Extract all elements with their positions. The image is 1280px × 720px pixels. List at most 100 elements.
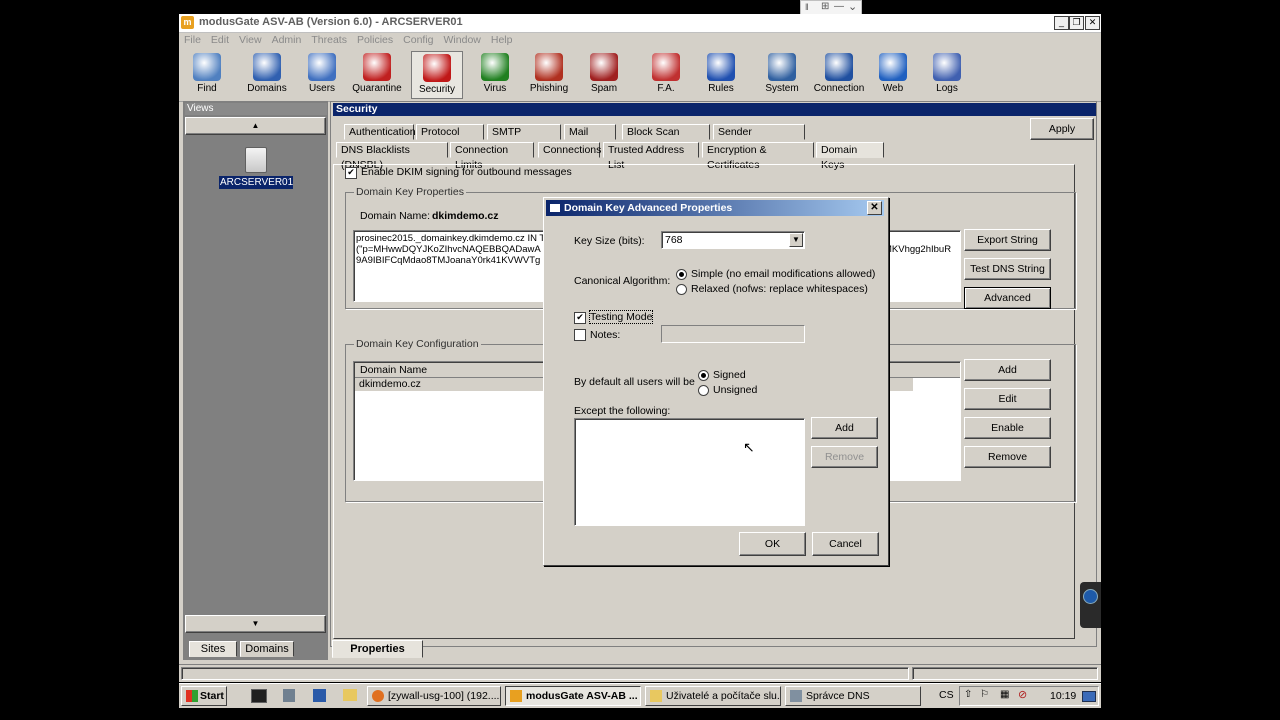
advanced-button[interactable]: Advanced: [964, 287, 1051, 309]
task-users-computers[interactable]: Uživatelé a počítače slu...: [645, 686, 781, 706]
toolbar-find-button[interactable]: Find: [181, 51, 233, 99]
flag-icon[interactable]: ⚐: [980, 689, 989, 700]
toolbar-virus-button[interactable]: Virus: [469, 51, 521, 99]
dialog-title-bar[interactable]: Domain Key Advanced Properties ✕: [546, 200, 884, 216]
toolbar-domains-button[interactable]: Domains: [241, 51, 293, 99]
quicklaunch-cmd-icon[interactable]: [251, 689, 267, 703]
canon-relaxed-radio[interactable]: [676, 284, 687, 295]
add-domain-button[interactable]: Add: [964, 359, 1051, 381]
task-firefox[interactable]: [zywall-usg-100] (192....: [367, 686, 501, 706]
toolbar-label: Rules: [708, 83, 734, 94]
toolbar-spam-button[interactable]: Spam: [578, 51, 630, 99]
canon-simple-label: Simple (no email modifications allowed): [691, 268, 876, 280]
menu-item-policies[interactable]: Policies: [352, 33, 398, 47]
unsigned-radio[interactable]: [698, 385, 709, 396]
toolbar-logs-button[interactable]: Logs: [921, 51, 973, 99]
tab-connection-limits[interactable]: Connection Limits: [450, 142, 534, 171]
task-dns-manager[interactable]: Správce DNS: [785, 686, 921, 706]
toolbar-label: Find: [197, 83, 217, 94]
quicklaunch-explorer-icon[interactable]: [343, 689, 357, 701]
menu-item-view[interactable]: View: [234, 33, 267, 47]
testing-mode-checkbox[interactable]: ✔: [574, 312, 586, 324]
edit-domain-button[interactable]: Edit: [964, 388, 1051, 410]
column-header-extra[interactable]: [889, 363, 960, 378]
row-domain-name: dkimdemo.cz: [359, 378, 421, 390]
chevron-down-icon[interactable]: ▼: [789, 233, 803, 247]
server-node[interactable]: ARCSERVER01: [219, 147, 293, 189]
minimize-icon[interactable]: ⊞: [821, 1, 829, 12]
tab-domains[interactable]: Domains: [240, 641, 294, 657]
toolbar-users-button[interactable]: Users: [296, 51, 348, 99]
volume-icon[interactable]: ⊘: [1018, 688, 1027, 701]
scroll-down-button[interactable]: ▼: [185, 615, 326, 633]
chevron-down-icon[interactable]: ⌄: [848, 0, 857, 13]
tab-sites[interactable]: Sites: [189, 641, 237, 657]
menu-item-file[interactable]: File: [179, 33, 206, 47]
signed-radio[interactable]: [698, 370, 709, 381]
default-users-label: By default all users will be: [574, 376, 695, 388]
tab-protocol-filter[interactable]: Protocol Filter: [416, 124, 484, 153]
enable-dkim-checkbox[interactable]: ✔: [345, 167, 357, 179]
key-size-select[interactable]: 768 ▼: [661, 231, 805, 249]
tab-connections[interactable]: Connections: [538, 142, 601, 158]
network-icon[interactable]: ▦: [1000, 689, 1009, 700]
menu-item-window[interactable]: Window: [439, 33, 486, 47]
tab-domain-keys[interactable]: Domain Keys: [816, 142, 884, 171]
desktop-icon[interactable]: [1082, 691, 1096, 702]
pin-icon[interactable]: ‖: [805, 2, 809, 12]
toolbar-quarantine-button[interactable]: Quarantine: [351, 51, 403, 99]
start-button[interactable]: Start: [181, 686, 227, 706]
tab-smtp-security[interactable]: SMTP Security: [487, 124, 561, 153]
tab-trusted-address-list[interactable]: Trusted Address List: [603, 142, 699, 171]
tab-sender-reputation[interactable]: Sender Reputation: [713, 124, 805, 153]
tab-dns-blacklists-dnsbl[interactable]: DNS Blacklists (DNSBL): [336, 142, 448, 171]
tray-up-icon[interactable]: ⇧: [964, 689, 972, 700]
toolbar-security-button[interactable]: Security: [411, 51, 463, 99]
tab-properties[interactable]: Properties: [332, 640, 423, 658]
close-button[interactable]: ✕: [1085, 16, 1100, 30]
except-list[interactable]: ↖: [574, 418, 805, 526]
tab-authentication[interactable]: Authentication: [344, 124, 416, 140]
enable-dkim-label: Enable DKIM signing for outbound message…: [361, 166, 572, 178]
menu-item-help[interactable]: Help: [486, 33, 518, 47]
notes-input[interactable]: [661, 325, 805, 343]
test-dns-string-button[interactable]: Test DNS String: [964, 258, 1051, 280]
ok-button[interactable]: OK: [739, 532, 806, 556]
restore-button[interactable]: ❐: [1069, 16, 1084, 30]
menu-item-admin[interactable]: Admin: [267, 33, 307, 47]
tab-encryption-certificates[interactable]: Encryption & Certificates: [702, 142, 814, 171]
toolbar-phishing-button[interactable]: Phishing: [523, 51, 575, 99]
quicklaunch-tools-icon[interactable]: [283, 689, 295, 702]
toolbar-web-button[interactable]: Web: [867, 51, 919, 99]
title-bar[interactable]: m modusGate ASV-AB (Version 6.0) - ARCSE…: [179, 14, 1101, 33]
menu-item-edit[interactable]: Edit: [206, 33, 234, 47]
tab-mail-relay[interactable]: Mail Relay: [564, 124, 616, 153]
notes-checkbox[interactable]: [574, 329, 586, 341]
key-size-value: 768: [665, 234, 683, 246]
except-remove-button[interactable]: Remove: [811, 446, 878, 468]
tab-block-scan-attack[interactable]: Block Scan Attack: [622, 124, 710, 153]
dialog-close-button[interactable]: ✕: [867, 201, 882, 215]
apply-button[interactable]: Apply: [1030, 118, 1094, 140]
column-header-domain-name[interactable]: Domain Name: [355, 363, 551, 378]
language-indicator[interactable]: CS: [939, 689, 954, 701]
task-modusgate[interactable]: modusGate ASV-AB ...: [505, 686, 641, 706]
canon-simple-radio[interactable]: [676, 269, 687, 280]
remove-domain-button[interactable]: Remove: [964, 446, 1051, 468]
toolbar-label: Web: [882, 83, 904, 94]
enable-domain-button[interactable]: Enable: [964, 417, 1051, 439]
toolbar-connection-button[interactable]: Connection: [813, 51, 865, 99]
toolbar-fa-button[interactable]: F.A.: [640, 51, 692, 99]
except-add-button[interactable]: Add: [811, 417, 878, 439]
menu-item-threats[interactable]: Threats: [306, 33, 352, 47]
menu-item-config[interactable]: Config: [398, 33, 438, 47]
scroll-up-button[interactable]: ▲: [185, 117, 326, 135]
cancel-button[interactable]: Cancel: [812, 532, 879, 556]
toolbar-system-button[interactable]: System: [756, 51, 808, 99]
quicklaunch-powershell-icon[interactable]: [313, 689, 326, 702]
minimize-button[interactable]: _: [1054, 16, 1069, 30]
restore-icon[interactable]: —: [834, 1, 844, 12]
right-scroll-handle[interactable]: [1080, 582, 1101, 628]
export-string-button[interactable]: Export String: [964, 229, 1051, 251]
toolbar-rules-button[interactable]: Rules: [695, 51, 747, 99]
